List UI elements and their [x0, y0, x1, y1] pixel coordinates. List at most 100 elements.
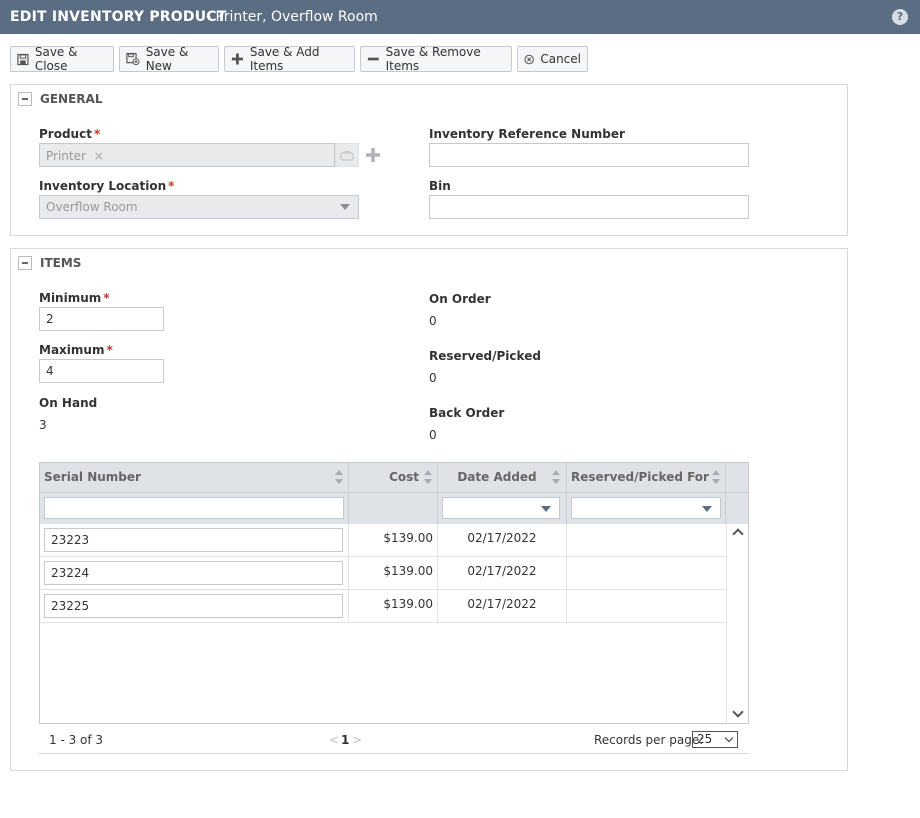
product-chip-label: Printer — [46, 149, 86, 163]
scroll-down-icon[interactable] — [732, 706, 744, 718]
on-order-label: On Order — [429, 292, 491, 306]
reserved-filter-select[interactable] — [571, 497, 721, 519]
records-per-page-label: Records per page: — [594, 733, 704, 747]
records-per-page-select[interactable]: 25 — [692, 731, 738, 748]
page-subtitle: - Printer, Overflow Room — [206, 9, 378, 25]
serial-input[interactable]: 23224 — [44, 561, 343, 585]
reserved-label: Reserved/Picked — [429, 349, 541, 363]
ref-number-label: Inventory Reference Number — [429, 127, 625, 141]
serial-filter-input[interactable] — [44, 497, 344, 519]
plus-icon — [231, 53, 243, 65]
page-title: EDIT INVENTORY PRODUCT — [10, 9, 227, 25]
filter-spacer — [726, 492, 748, 524]
bin-label: Bin — [429, 179, 451, 193]
minimum-label-text: Minimum — [39, 291, 102, 305]
dropdown-arrow-icon — [340, 204, 350, 210]
lookup-button[interactable] — [335, 143, 359, 167]
save-close-label: Save & Close — [34, 45, 78, 73]
sort-icon[interactable] — [712, 470, 720, 484]
vertical-scrollbar[interactable] — [726, 524, 748, 723]
collapse-icon[interactable] — [18, 256, 32, 270]
location-select[interactable]: Overflow Room — [39, 195, 359, 219]
date-cell: 02/17/2022 — [438, 557, 567, 590]
dropdown-arrow-icon — [541, 506, 551, 512]
save-new-button[interactable]: Save & New — [119, 45, 219, 73]
help-icon[interactable]: ? — [892, 9, 908, 25]
reserved-for-cell — [567, 524, 726, 557]
next-page-button[interactable]: > — [352, 733, 362, 747]
maximum-label-text: Maximum — [39, 343, 105, 357]
table-row: 23223 $139.00 02/17/2022 — [40, 524, 726, 557]
date-filter-select[interactable] — [442, 497, 560, 519]
column-header-date[interactable]: Date Added — [438, 463, 567, 492]
chevron-down-icon — [724, 733, 734, 743]
column-header-cost[interactable]: Cost — [349, 463, 438, 492]
cancel-button[interactable]: Cancel — [517, 46, 588, 72]
save-remove-items-label: Save & Remove Items — [385, 45, 481, 73]
column-header-label: Serial Number — [44, 470, 141, 484]
sort-icon[interactable] — [552, 470, 560, 484]
pager-summary: 1 - 3 of 3 — [49, 733, 104, 747]
maximum-label: Maximum * — [39, 343, 113, 357]
save-add-items-button[interactable]: Save & Add Items — [224, 45, 355, 73]
filter-reserved-for — [567, 492, 726, 524]
column-header-serial[interactable]: Serial Number — [40, 463, 349, 492]
records-per-page-value: 25 — [697, 732, 713, 746]
add-product-icon[interactable] — [365, 147, 381, 163]
back-order-label: Back Order — [429, 406, 505, 420]
required-mark: * — [106, 343, 113, 357]
items-heading: ITEMS — [40, 256, 82, 270]
on-hand-label: On Hand — [39, 396, 98, 410]
general-heading: GENERAL — [40, 92, 103, 106]
required-mark: * — [103, 291, 110, 305]
required-mark: * — [168, 179, 175, 193]
on-hand-value: 3 — [39, 418, 47, 432]
floppy-icon — [17, 53, 29, 65]
cost-cell: $139.00 — [349, 524, 438, 557]
collapse-icon[interactable] — [18, 92, 32, 106]
bin-input[interactable] — [429, 195, 749, 219]
ref-number-input[interactable] — [429, 143, 749, 167]
filter-date — [438, 492, 567, 524]
on-order-value: 0 — [429, 314, 437, 328]
grid-pager: 1 - 3 of 3 < 1 > Records per page: 25 — [39, 728, 749, 754]
maximum-input[interactable]: 4 — [39, 359, 164, 383]
sort-icon[interactable] — [335, 470, 343, 484]
prev-page-button[interactable]: < — [329, 733, 339, 747]
serial-cell: 23225 — [40, 590, 349, 623]
cancel-circle-icon — [524, 54, 534, 64]
cost-cell: $139.00 — [349, 557, 438, 590]
table-row: 23225 $139.00 02/17/2022 — [40, 590, 726, 623]
remove-icon[interactable]: × — [94, 149, 104, 163]
serial-grid: Serial Number Cost Date Added Reserved/P… — [39, 462, 749, 724]
serial-input[interactable]: 23223 — [44, 528, 343, 552]
serial-cell: 23224 — [40, 557, 349, 590]
filter-cost — [349, 492, 438, 524]
cost-cell: $139.00 — [349, 590, 438, 623]
save-remove-items-button[interactable]: Save & Remove Items — [360, 45, 512, 73]
header-spacer — [726, 463, 748, 492]
items-section-header[interactable]: ITEMS — [18, 256, 81, 270]
minimum-label: Minimum * — [39, 291, 110, 305]
serial-input[interactable]: 23225 — [44, 594, 343, 618]
location-value: Overflow Room — [46, 200, 138, 214]
minimum-input[interactable]: 2 — [39, 307, 164, 331]
reserved-for-cell — [567, 590, 726, 623]
filter-serial — [40, 492, 349, 524]
table-row: 23224 $139.00 02/17/2022 — [40, 557, 726, 590]
date-cell: 02/17/2022 — [438, 524, 567, 557]
sort-icon[interactable] — [424, 470, 432, 484]
save-close-button[interactable]: Save & Close — [10, 45, 114, 73]
current-page[interactable]: 1 — [341, 733, 349, 747]
cancel-label: Cancel — [540, 52, 581, 66]
column-header-label: Cost — [389, 470, 419, 484]
scroll-up-icon[interactable] — [732, 528, 744, 540]
general-section-header[interactable]: GENERAL — [18, 92, 102, 106]
column-header-reserved-for[interactable]: Reserved/Picked For — [567, 463, 726, 492]
minus-icon — [367, 57, 379, 61]
required-mark: * — [93, 127, 101, 141]
location-label-text: Inventory Location — [39, 179, 167, 193]
save-new-label: Save & New — [145, 45, 189, 73]
product-label: Product * — [39, 127, 100, 141]
address-book-icon — [340, 151, 354, 161]
